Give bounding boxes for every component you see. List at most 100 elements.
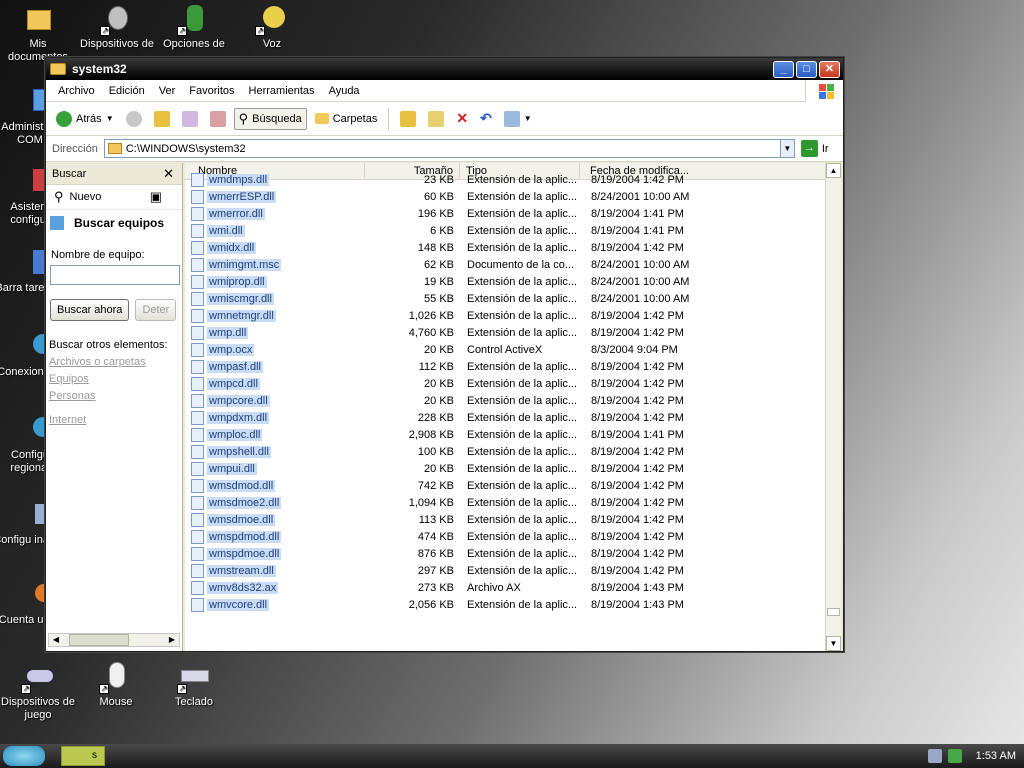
file-name-cell[interactable]: wmsdmod.dll (185, 478, 365, 493)
vertical-scrollbar[interactable]: ▲ ▼ (825, 163, 841, 651)
forward-button[interactable] (122, 109, 146, 129)
scroll-right-icon[interactable]: ▶ (165, 634, 179, 646)
file-name-cell[interactable]: wmpui.dll (185, 461, 365, 476)
file-name-cell[interactable]: wmp.ocx (185, 342, 365, 357)
menu-ver[interactable]: Ver (152, 85, 183, 97)
file-row[interactable]: wmsdmoe.dll 113 KB Extensión de la aplic..… (185, 511, 826, 528)
scroll-thumb[interactable] (827, 608, 840, 616)
file-name-cell[interactable]: wmvcore.dll (185, 597, 365, 612)
scroll-up-icon[interactable]: ▲ (826, 163, 841, 178)
menu-edicion[interactable]: Edición (102, 85, 152, 97)
title-bar[interactable]: system32 _ □ ✕ (46, 58, 843, 80)
desktop-icon-mouse[interactable]: ↗ Mouse (76, 660, 156, 709)
file-name-cell[interactable]: wmsdmoe.dll (185, 512, 365, 527)
file-name-cell[interactable]: wmspdmoe.dll (185, 546, 365, 561)
desktop-icon-dispositivos-juego[interactable]: ↗ Dispositivos de juego (0, 660, 78, 722)
undo-button[interactable]: ↶ (476, 108, 496, 129)
views-button[interactable]: ▼ (500, 109, 536, 129)
scroll-thumb[interactable] (69, 634, 129, 646)
file-row[interactable]: wmnetmgr.dll 1,026 KB Extensión de la apli… (185, 307, 826, 324)
taskbar-item-system32[interactable]: s (61, 746, 105, 766)
file-name-cell[interactable]: wmpshell.dll (185, 444, 365, 459)
file-row[interactable]: wmiprop.dll 19 KB Extensión de la aplic...… (185, 273, 826, 290)
chevron-down-icon[interactable]: ▼ (106, 114, 114, 123)
file-row[interactable]: wmsdmoe2.dll 1,094 KB Extensión de la apli… (185, 494, 826, 511)
network-icon[interactable] (927, 749, 942, 763)
file-name-cell[interactable]: wmv8ds32.ax (185, 580, 365, 595)
folders-button[interactable]: Carpetas (311, 111, 382, 127)
file-name-cell[interactable]: wmspdmod.dll (185, 529, 365, 544)
close-icon[interactable]: ✕ (163, 166, 174, 182)
file-row[interactable]: wmspdmoe.dll 876 KB Extensión de la aplic.… (185, 545, 826, 562)
file-row[interactable]: wmvcore.dll 2,056 KB Extensión de la aplic… (185, 596, 826, 613)
file-row[interactable]: wmpasf.dll 112 KB Extensión de la aplic...… (185, 358, 826, 375)
file-name-cell[interactable]: wmsdmoe2.dll (185, 495, 365, 510)
file-row[interactable]: wmpcore.dll 20 KB Extensión de la aplic...… (185, 392, 826, 409)
file-name-cell[interactable]: wmp.dll (185, 325, 365, 340)
desktop-icon-voz[interactable]: ↗ Voz (232, 2, 312, 51)
file-name-cell[interactable]: wmpcore.dll (185, 393, 365, 408)
menu-favoritos[interactable]: Favoritos (182, 85, 241, 97)
file-row[interactable]: wmpdxm.dll 228 KB Extensión de la aplic...… (185, 409, 826, 426)
file-row[interactable]: wmv8ds32.ax 273 KB Archivo AX 8/19/2004 1:4… (185, 579, 826, 596)
computer-name-input[interactable] (50, 265, 180, 285)
file-row[interactable]: wmi.dll 6 KB Extensión de la aplic... 8/19/… (185, 222, 826, 239)
menu-ayuda[interactable]: Ayuda (322, 85, 367, 97)
up-folder-button[interactable] (150, 109, 174, 129)
delete-button[interactable]: ✕ (452, 108, 472, 129)
file-name-cell[interactable]: wmiscmgr.dll (185, 291, 365, 306)
file-row[interactable]: wmdmps.dll 23 KB Extensión de la aplic... 8… (185, 171, 826, 188)
desktop-icon-mis-documentos[interactable]: Mis documentos (0, 2, 78, 64)
file-row[interactable]: wmp.dll 4,760 KB Extensión de la aplic... 8… (185, 324, 826, 341)
file-name-cell[interactable]: wmploc.dll (185, 427, 365, 442)
file-row[interactable]: wmpui.dll 20 KB Extensión de la aplic... 8/… (185, 460, 826, 477)
file-row[interactable]: wmimgmt.msc 62 KB Documento de la co... 8/2… (185, 256, 826, 273)
file-name-cell[interactable]: wmnetmgr.dll (185, 308, 365, 323)
file-name-cell[interactable]: wmpasf.dll (185, 359, 365, 374)
file-name-cell[interactable]: wmstream.dll (185, 563, 365, 578)
stop-button[interactable]: Deter (135, 299, 177, 321)
delete-folder-button[interactable] (206, 109, 230, 129)
link-internet[interactable]: Internet (46, 414, 182, 426)
link-computers[interactable]: Equipos (46, 373, 182, 385)
link-files-folders[interactable]: Archivos o carpetas (46, 356, 182, 368)
file-name-cell[interactable]: wmerror.dll (185, 206, 365, 221)
file-row[interactable]: wmerrESP.dll 60 KB Extensión de la aplic..… (185, 188, 826, 205)
search-now-button[interactable]: Buscar ahora (50, 299, 130, 321)
desktop-icon-opciones-accesibilidad[interactable]: ↗ Opciones de (154, 2, 234, 51)
clock[interactable]: 1:53 AM (976, 750, 1016, 762)
move-to-button[interactable] (178, 109, 202, 129)
safely-remove-icon[interactable] (947, 749, 962, 763)
search-button[interactable]: ⚲ Búsqueda (233, 107, 307, 130)
back-button[interactable]: Atrás ▼ (52, 109, 118, 129)
file-name-cell[interactable]: wmerrESP.dll (185, 189, 365, 204)
file-name-cell[interactable]: wmdmps.dll (185, 172, 365, 187)
address-input[interactable]: C:\WINDOWS\system32 (103, 139, 781, 158)
menu-archivo[interactable]: Archivo (46, 85, 102, 97)
link-people[interactable]: Personas (46, 390, 182, 402)
address-dropdown-button[interactable]: ▼ (780, 139, 795, 158)
desktop-icon-dispositivos-sonido[interactable]: ↗ Dispositivos de (77, 2, 157, 51)
new-search-button[interactable]: ⚲ Nuevo ▣ (46, 185, 182, 209)
search-history-icon[interactable]: ▣ (150, 189, 162, 205)
file-row[interactable]: wmspdmod.dll 474 KB Extensión de la aplic.… (185, 528, 826, 545)
file-row[interactable]: wmploc.dll 2,908 KB Extensión de la aplic.… (185, 426, 826, 443)
scroll-left-icon[interactable]: ◀ (49, 634, 63, 646)
minimize-button[interactable]: _ (773, 60, 794, 78)
file-name-cell[interactable]: wmimgmt.msc (185, 257, 365, 272)
move-to-folder-button[interactable] (396, 109, 420, 129)
go-button[interactable]: → Ir (800, 140, 829, 157)
file-row[interactable]: wmstream.dll 297 KB Extensión de la aplic.… (185, 562, 826, 579)
close-button[interactable]: ✕ (819, 60, 840, 78)
file-row[interactable]: wmpcd.dll 20 KB Extensión de la aplic... 8/… (185, 375, 826, 392)
menu-herramientas[interactable]: Herramientas (242, 85, 322, 97)
file-row[interactable]: wmpshell.dll 100 KB Extensión de la aplic.… (185, 443, 826, 460)
desktop-icon-teclado[interactable]: ↗ Teclado (154, 660, 234, 709)
copy-to-folder-button[interactable] (424, 109, 448, 129)
file-name-cell[interactable]: wmpcd.dll (185, 376, 365, 391)
file-name-cell[interactable]: wmpdxm.dll (185, 410, 365, 425)
file-name-cell[interactable]: wmiprop.dll (185, 274, 365, 289)
file-row[interactable]: wmerror.dll 196 KB Extensión de la aplic..… (185, 205, 826, 222)
file-row[interactable]: wmidx.dll 148 KB Extensión de la aplic... 8… (185, 239, 826, 256)
scroll-down-icon[interactable]: ▼ (826, 636, 841, 651)
